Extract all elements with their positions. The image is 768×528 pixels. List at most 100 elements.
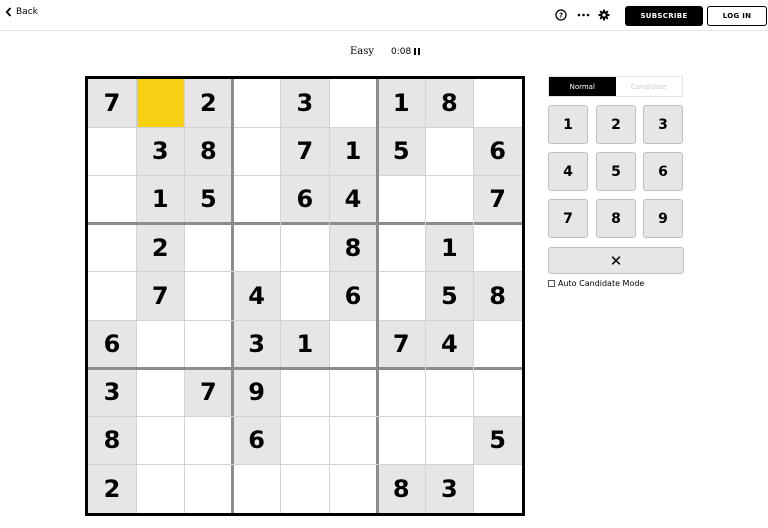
- sudoku-cell-r9c4[interactable]: [233, 465, 281, 513]
- sudoku-cell-r9c5[interactable]: [281, 465, 329, 513]
- sudoku-cell-r3c4[interactable]: [233, 175, 281, 223]
- sudoku-cell-r8c7[interactable]: [377, 416, 425, 464]
- sudoku-cell-r1c7[interactable]: 1: [377, 79, 426, 127]
- sudoku-cell-r9c8[interactable]: 3: [425, 464, 474, 513]
- sudoku-cell-r2c3[interactable]: 8: [184, 127, 233, 176]
- sudoku-cell-r2c8[interactable]: [425, 127, 473, 175]
- sudoku-cell-r8c9[interactable]: 5: [473, 416, 522, 465]
- sudoku-cell-r1c9[interactable]: [474, 79, 522, 127]
- number-key-1[interactable]: 1: [548, 105, 588, 144]
- sudoku-cell-r1c3[interactable]: 2: [184, 79, 233, 127]
- sudoku-cell-r2c4[interactable]: [233, 127, 281, 175]
- sudoku-cell-r6c9[interactable]: [474, 320, 522, 368]
- sudoku-cell-r7c5[interactable]: [281, 368, 329, 416]
- sudoku-cell-r5c3[interactable]: [184, 272, 232, 320]
- sudoku-cell-r1c6[interactable]: [329, 79, 377, 127]
- sudoku-cell-r7c9[interactable]: [474, 368, 522, 416]
- sudoku-cell-r6c8[interactable]: 4: [425, 320, 474, 368]
- subscribe-button[interactable]: SUBSCRIBE: [625, 6, 703, 26]
- help-icon[interactable]: ?: [554, 8, 568, 22]
- sudoku-cell-r2c1[interactable]: [88, 127, 136, 175]
- sudoku-cell-r2c7[interactable]: 5: [377, 127, 426, 176]
- sudoku-cell-r5c2[interactable]: 7: [136, 271, 185, 320]
- sudoku-cell-r3c6[interactable]: 4: [329, 175, 377, 224]
- number-key-5[interactable]: 5: [596, 152, 636, 191]
- sudoku-cell-r3c8[interactable]: [425, 175, 473, 223]
- sudoku-cell-r2c5[interactable]: 7: [280, 127, 329, 176]
- sudoku-cell-r4c2[interactable]: 2: [136, 223, 185, 272]
- sudoku-cell-r9c6[interactable]: [329, 465, 377, 513]
- number-key-6[interactable]: 6: [643, 152, 683, 191]
- sudoku-cell-r8c2[interactable]: [136, 416, 184, 464]
- sudoku-cell-r6c7[interactable]: 7: [377, 320, 426, 368]
- number-key-3[interactable]: 3: [643, 105, 683, 144]
- number-key-2[interactable]: 2: [596, 105, 636, 144]
- sudoku-cell-r2c6[interactable]: 1: [329, 127, 377, 176]
- sudoku-cell-r3c3[interactable]: 5: [184, 175, 233, 224]
- sudoku-cell-r6c4[interactable]: 3: [232, 320, 281, 368]
- number-key-8[interactable]: 8: [596, 199, 636, 238]
- sudoku-cell-r4c9[interactable]: [474, 224, 522, 272]
- sudoku-cell-r5c4[interactable]: 4: [232, 271, 281, 320]
- sudoku-cell-r2c9[interactable]: 6: [473, 127, 522, 176]
- login-button[interactable]: LOG IN: [707, 6, 767, 26]
- mode-normal-tab[interactable]: Normal: [549, 77, 616, 96]
- sudoku-cell-r4c3[interactable]: [184, 224, 232, 272]
- sudoku-cell-r3c9[interactable]: 7: [473, 175, 522, 224]
- sudoku-cell-r3c1[interactable]: [88, 175, 136, 223]
- number-key-4[interactable]: 4: [548, 152, 588, 191]
- sudoku-cell-r4c7[interactable]: [377, 224, 425, 272]
- sudoku-cell-r1c2[interactable]: [136, 79, 185, 127]
- sudoku-cell-r3c2[interactable]: 1: [136, 175, 185, 224]
- pause-icon[interactable]: [414, 48, 421, 55]
- sudoku-cell-r7c3[interactable]: 7: [184, 368, 233, 417]
- sudoku-cell-r9c1[interactable]: 2: [88, 464, 136, 513]
- sudoku-cell-r5c5[interactable]: [281, 272, 329, 320]
- sudoku-cell-r8c6[interactable]: [329, 416, 377, 464]
- more-icon[interactable]: [576, 8, 590, 22]
- sudoku-cell-r7c4[interactable]: 9: [232, 368, 281, 417]
- sudoku-cell-r4c4[interactable]: [233, 224, 281, 272]
- sudoku-cell-r4c1[interactable]: [88, 224, 136, 272]
- sudoku-cell-r1c4[interactable]: [233, 79, 281, 127]
- sudoku-cell-r4c5[interactable]: [281, 224, 329, 272]
- sudoku-cell-r5c1[interactable]: [88, 272, 136, 320]
- sudoku-cell-r7c8[interactable]: [425, 368, 473, 416]
- sudoku-cell-r5c9[interactable]: 8: [473, 271, 522, 320]
- sudoku-cell-r8c5[interactable]: [281, 416, 329, 464]
- sudoku-cell-r6c3[interactable]: [184, 320, 232, 368]
- sudoku-cell-r6c2[interactable]: [136, 320, 184, 368]
- mode-candidate-tab[interactable]: Candidate: [615, 77, 682, 96]
- sudoku-cell-r5c6[interactable]: 6: [329, 271, 377, 320]
- sudoku-cell-r1c8[interactable]: 8: [425, 79, 474, 127]
- number-key-7[interactable]: 7: [548, 199, 588, 238]
- sudoku-cell-r5c7[interactable]: [377, 272, 425, 320]
- sudoku-cell-r3c5[interactable]: 6: [280, 175, 329, 224]
- sudoku-cell-r5c8[interactable]: 5: [425, 271, 474, 320]
- sudoku-cell-r6c5[interactable]: 1: [280, 320, 329, 368]
- sudoku-cell-r8c1[interactable]: 8: [88, 416, 136, 465]
- number-key-9[interactable]: 9: [643, 199, 683, 238]
- settings-icon[interactable]: [597, 8, 611, 22]
- sudoku-cell-r6c1[interactable]: 6: [88, 320, 136, 368]
- sudoku-cell-r8c8[interactable]: [425, 416, 473, 464]
- sudoku-cell-r9c9[interactable]: [474, 465, 522, 513]
- sudoku-cell-r4c8[interactable]: 1: [425, 223, 474, 272]
- sudoku-cell-r3c7[interactable]: [377, 175, 425, 223]
- erase-button[interactable]: ✕: [548, 247, 684, 274]
- sudoku-cell-r6c6[interactable]: [329, 320, 377, 368]
- sudoku-cell-r7c2[interactable]: [136, 368, 184, 416]
- auto-candidate-checkbox[interactable]: [548, 280, 555, 287]
- sudoku-cell-r9c2[interactable]: [136, 465, 184, 513]
- sudoku-cell-r7c6[interactable]: [329, 368, 377, 416]
- sudoku-cell-r8c3[interactable]: [184, 416, 232, 464]
- sudoku-cell-r7c1[interactable]: 3: [88, 368, 136, 417]
- sudoku-cell-r7c7[interactable]: [377, 368, 425, 416]
- sudoku-cell-r1c1[interactable]: 7: [88, 79, 136, 127]
- sudoku-cell-r9c7[interactable]: 8: [377, 464, 426, 513]
- sudoku-cell-r9c3[interactable]: [184, 465, 232, 513]
- sudoku-cell-r1c5[interactable]: 3: [280, 79, 329, 127]
- back-button[interactable]: Back: [5, 7, 38, 17]
- sudoku-cell-r2c2[interactable]: 3: [136, 127, 185, 176]
- sudoku-cell-r8c4[interactable]: 6: [232, 416, 281, 465]
